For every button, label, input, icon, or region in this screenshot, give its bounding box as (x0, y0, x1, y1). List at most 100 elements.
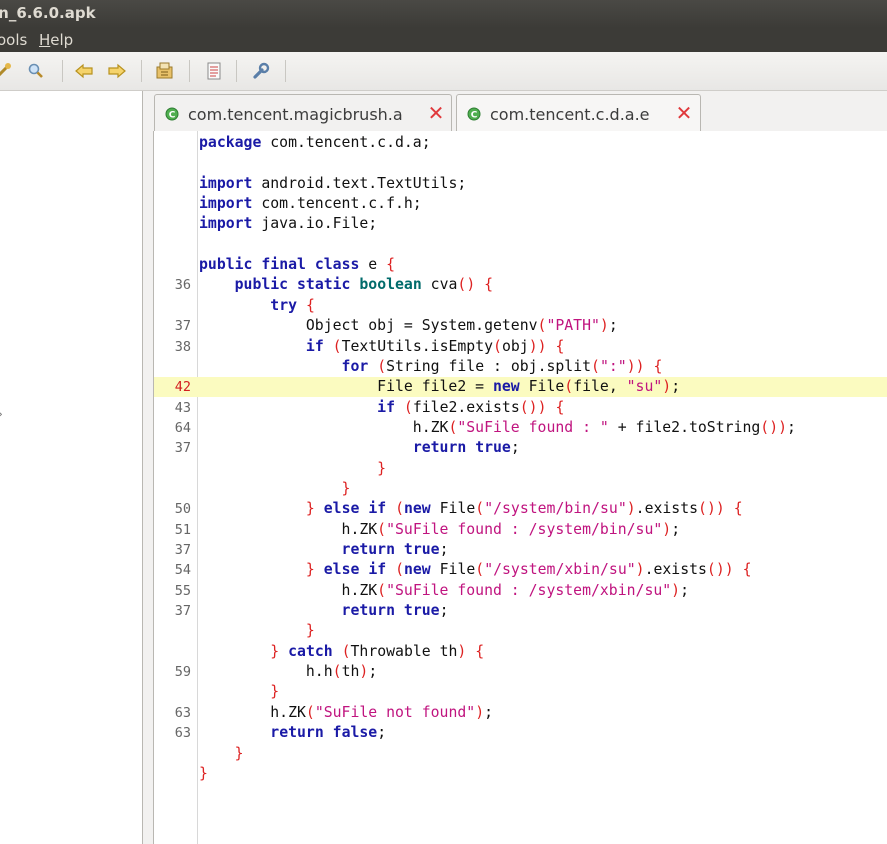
code-text: h.ZK("SuFile found : /system/bin/su"); (199, 520, 681, 538)
code-text: h.ZK("SuFile found : /system/xbin/su"); (199, 581, 690, 599)
line-number: 43 (174, 399, 191, 416)
code-line[interactable]: 37 Object obj = System.getenv("PATH"); (154, 316, 887, 336)
svg-text:C: C (471, 111, 478, 121)
line-number: 37 (174, 603, 191, 620)
line-number: 55 (174, 582, 191, 599)
forward-arrow-icon[interactable] (107, 61, 127, 81)
code-line[interactable]: 50 } else if (new File("/system/bin/su")… (154, 499, 887, 519)
code-line[interactable]: } (154, 764, 887, 784)
code-text: import android.text.TextUtils; (199, 174, 467, 192)
code-line[interactable]: 37 return true; (154, 438, 887, 458)
code-text: package com.tencent.c.d.a; (199, 134, 431, 151)
code-line[interactable]: 54 } else if (new File("/system/xbin/su"… (154, 560, 887, 580)
close-icon[interactable]: ✕ (427, 103, 445, 123)
code-line[interactable]: 63 h.ZK("SuFile not found"); (154, 703, 887, 723)
code-text: return true; (341, 541, 449, 558)
code-text: } (341, 479, 351, 497)
line-number: 64 (174, 419, 191, 436)
line-number: 63 (174, 704, 191, 721)
line-number: 37 (174, 440, 191, 457)
code-line[interactable]: } (154, 682, 887, 702)
code-line[interactable]: 37 return true; (154, 540, 887, 560)
line-number: 54 (174, 562, 191, 579)
code-line[interactable]: import com.tencent.c.f.h; (154, 194, 887, 214)
code-text: } (305, 622, 315, 640)
code-line[interactable]: } (154, 744, 887, 764)
code-text: h.h(th); (199, 663, 378, 681)
code-text: public final class e { (199, 256, 396, 274)
code-line[interactable]: } (154, 459, 887, 479)
line-number: 37 (174, 318, 191, 335)
code-line[interactable]: for (String file : obj.split(":")) { (154, 357, 887, 377)
code-line[interactable]: 36 public static boolean cva() { (154, 275, 887, 295)
toolbar-separator (189, 60, 190, 82)
code-text: if (file2.exists()) { (377, 398, 565, 416)
code-line[interactable] (154, 235, 887, 255)
code-line[interactable]: public final class e { (154, 255, 887, 275)
search-icon[interactable] (26, 61, 46, 81)
code-line[interactable]: 64 h.ZK("SuFile found : " + file2.toStri… (154, 418, 887, 438)
code-text: h.ZK("SuFile not found"); (199, 703, 494, 721)
code-text: try { (270, 296, 315, 314)
code-text: public static boolean cva() { (234, 276, 494, 294)
menu-help[interactable]: Help (39, 28, 73, 52)
line-number: 59 (174, 664, 191, 681)
toolbar-separator (236, 60, 237, 82)
code-line[interactable]: 59 h.h(th); (154, 662, 887, 682)
menu-bar: ools Help (0, 28, 887, 52)
line-number: 42 (174, 379, 191, 396)
toolbar (0, 52, 887, 91)
line-number: 63 (174, 725, 191, 742)
code-line[interactable]: 51 h.ZK("SuFile found : /system/bin/su")… (154, 520, 887, 540)
code-line[interactable]: 55 h.ZK("SuFile found : /system/xbin/su"… (154, 581, 887, 601)
line-number: 38 (174, 338, 191, 355)
code-text: } else if (new File("/system/bin/su").ex… (305, 500, 743, 518)
toolbar-separator (141, 60, 142, 82)
line-number: 50 (174, 501, 191, 518)
code-line[interactable]: 38 if (TextUtils.isEmpty(obj)) { (154, 337, 887, 357)
code-editor[interactable]: package com.tencent.c.d.a; import android… (153, 131, 887, 844)
code-line[interactable]: import java.io.File; (154, 214, 887, 234)
class-icon: C (165, 106, 179, 125)
tree-expander-icon[interactable]: › (0, 407, 3, 421)
code-line[interactable]: } (154, 479, 887, 499)
code-line[interactable]: 43 if (file2.exists()) { (154, 398, 887, 418)
tab-magicbrush[interactable]: C com.tencent.magicbrush.a ✕ (154, 94, 452, 131)
title-bar: in_6.6.0.apk (0, 0, 887, 28)
code-line[interactable]: } (154, 621, 887, 641)
code-text: for (String file : obj.split(":")) { (341, 357, 663, 375)
close-icon[interactable]: ✕ (675, 103, 693, 123)
menu-tools[interactable]: ools (0, 28, 27, 52)
code-line[interactable]: } catch (Throwable th) { (154, 642, 887, 662)
tab-label: com.tencent.c.d.a.e (490, 105, 650, 124)
code-text: return false; (270, 724, 387, 742)
code-text: import com.tencent.c.f.h; (199, 195, 422, 213)
code-text: } (234, 744, 244, 762)
log-icon[interactable] (204, 61, 224, 81)
editor-tab-strip: C com.tencent.magicbrush.a ✕ C com.tence… (150, 91, 887, 131)
code-line-highlighted[interactable]: 42 File file2 = new File(file, "su"); (154, 377, 887, 398)
tab-label: com.tencent.magicbrush.a (188, 105, 403, 124)
code-line[interactable]: package com.tencent.c.d.a; (154, 133, 887, 153)
code-line[interactable]: 37 return true; (154, 601, 887, 621)
back-arrow-icon[interactable] (74, 61, 94, 81)
toolbar-separator (62, 60, 63, 82)
code-line[interactable]: import android.text.TextUtils; (154, 174, 887, 194)
code-text: File file2 = new File(file, "su"); (199, 378, 681, 396)
settings-wrench-icon[interactable] (251, 61, 271, 81)
toolbar-separator (285, 60, 286, 82)
class-tree-panel[interactable]: › (0, 91, 143, 844)
class-icon: C (467, 106, 481, 125)
code-line[interactable]: 63 return false; (154, 723, 887, 743)
code-text: } else if (new File("/system/xbin/su").e… (305, 561, 752, 579)
decompile-icon[interactable] (155, 61, 175, 81)
code-line[interactable]: try { (154, 296, 887, 316)
window-title: in_6.6.0.apk (0, 4, 96, 22)
tab-cdae[interactable]: C com.tencent.c.d.a.e ✕ (456, 94, 701, 131)
line-number: 51 (174, 521, 191, 538)
code-text: Object obj = System.getenv("PATH"); (199, 317, 618, 335)
line-number: 36 (174, 277, 191, 294)
code-line[interactable] (154, 153, 887, 173)
sync-icon[interactable] (0, 61, 14, 81)
code-text: } catch (Throwable th) { (270, 642, 485, 660)
